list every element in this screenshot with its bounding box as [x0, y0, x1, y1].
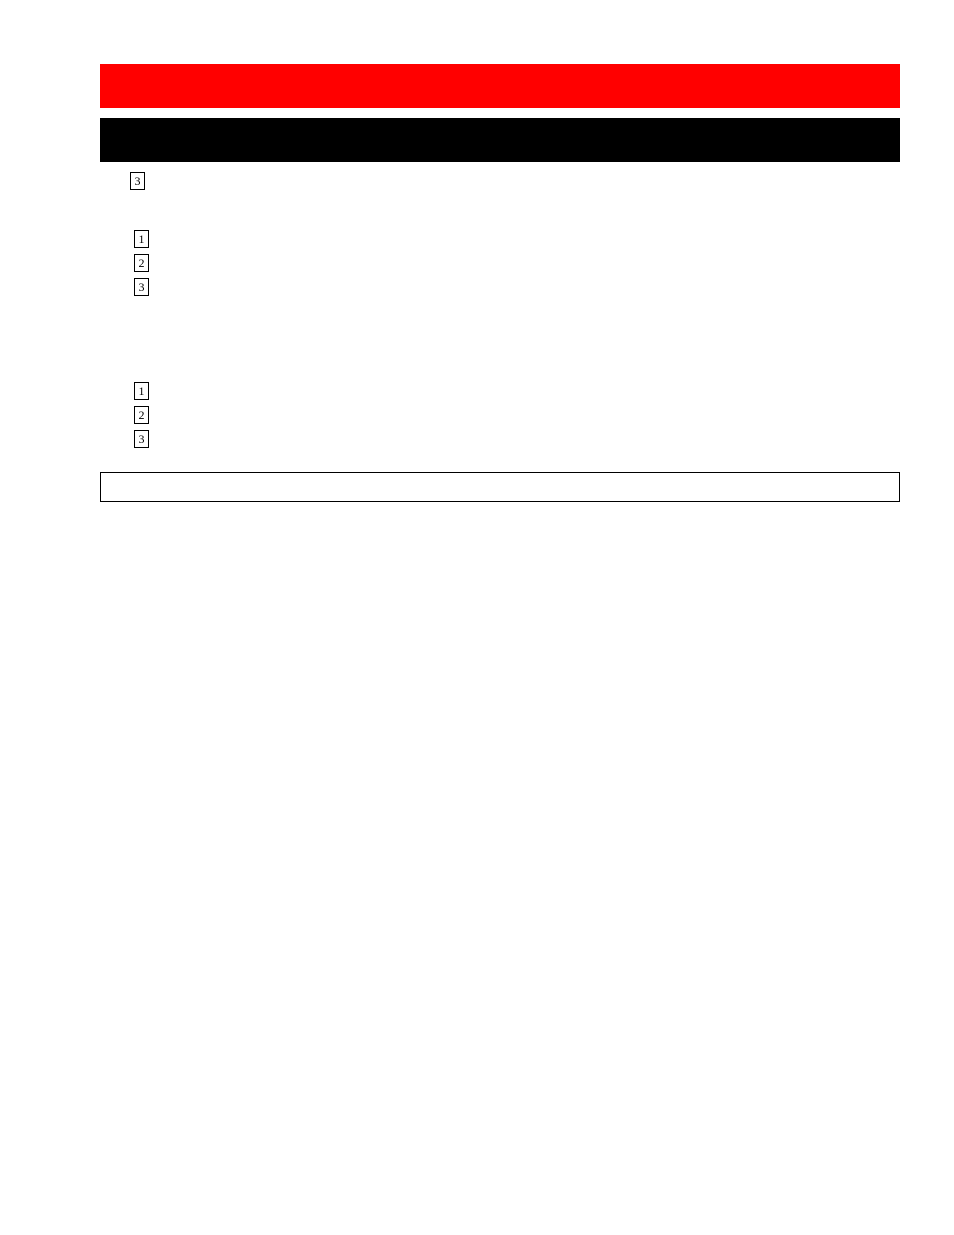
top-numbered-item: 3	[130, 172, 900, 190]
black-header-bar	[100, 118, 900, 162]
list-item: 1	[134, 230, 900, 248]
list-item: 1	[134, 382, 900, 400]
list-a: 1 2 3	[134, 230, 900, 296]
item-number: 1	[134, 382, 149, 400]
red-header-bar	[100, 64, 900, 108]
item-number: 3	[134, 430, 149, 448]
list-b: 1 2 3	[134, 382, 900, 448]
item-number: 2	[134, 406, 149, 424]
list-item: 2	[134, 406, 900, 424]
item-number: 2	[134, 254, 149, 272]
item-number: 3	[134, 278, 149, 296]
item-number: 3	[130, 172, 145, 190]
list-item: 2	[134, 254, 900, 272]
list-item: 3	[134, 278, 900, 296]
list-item: 3	[134, 430, 900, 448]
content-box	[100, 472, 900, 502]
item-number: 1	[134, 230, 149, 248]
